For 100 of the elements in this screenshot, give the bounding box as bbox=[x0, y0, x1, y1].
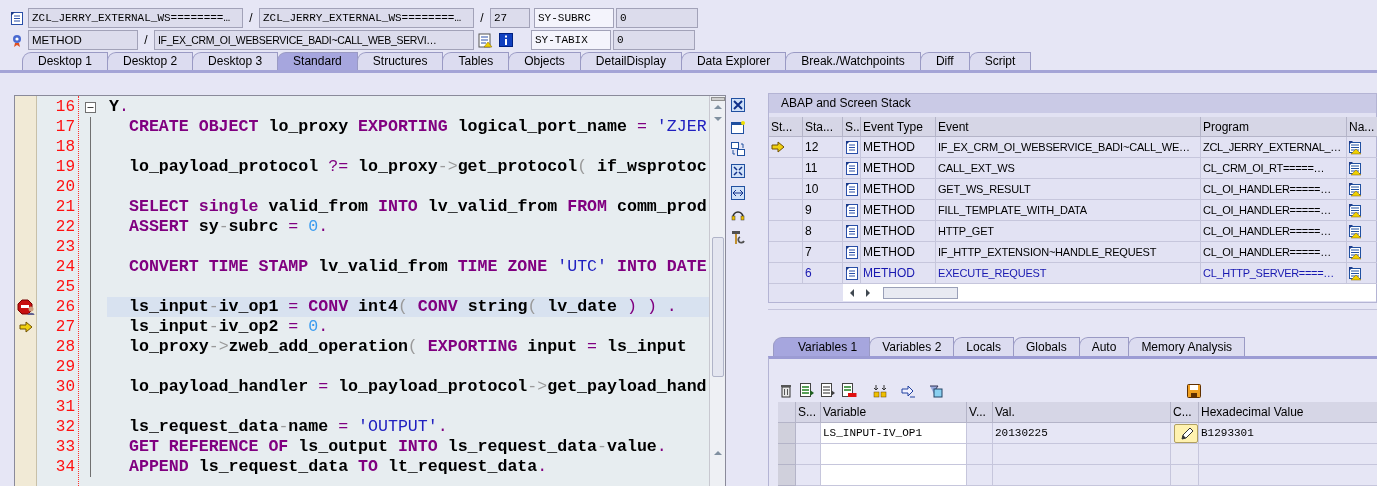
document-icon bbox=[845, 182, 859, 196]
scroll-thumb[interactable] bbox=[711, 237, 724, 377]
maximize-icon[interactable] bbox=[731, 164, 745, 178]
line-number: 25 bbox=[55, 278, 75, 296]
event-type-field[interactable]: METHOD bbox=[28, 30, 138, 50]
columns-icon[interactable] bbox=[873, 383, 887, 398]
widen-icon[interactable] bbox=[731, 186, 745, 200]
tab[interactable]: Desktop 1 bbox=[22, 52, 109, 70]
tab[interactable]: Structures bbox=[356, 52, 444, 70]
tab[interactable]: Diff bbox=[919, 52, 970, 70]
trash-icon[interactable] bbox=[779, 383, 794, 398]
tab[interactable]: Variables 2 bbox=[869, 337, 955, 356]
navigate-icon[interactable] bbox=[1349, 223, 1364, 239]
column-header[interactable]: C... bbox=[1171, 402, 1199, 423]
document-icon bbox=[845, 140, 859, 154]
program-field[interactable]: ZCL_JERRY_EXTERNAL_WS========… bbox=[28, 8, 243, 28]
system-field-value[interactable]: 0 bbox=[616, 8, 698, 28]
tab[interactable]: Objects bbox=[508, 52, 581, 70]
navigate-icon[interactable] bbox=[1349, 139, 1364, 155]
tab[interactable]: Auto bbox=[1078, 337, 1130, 356]
line-number: 20 bbox=[55, 178, 75, 196]
send-icon[interactable] bbox=[901, 383, 915, 398]
tab[interactable]: Desktop 2 bbox=[107, 52, 194, 70]
include-field[interactable]: ZCL_JERRY_EXTERNAL_WS========… bbox=[259, 8, 474, 28]
column-header[interactable]: Event Type bbox=[861, 117, 936, 137]
select-all-cell[interactable] bbox=[778, 402, 796, 423]
new-window-icon[interactable] bbox=[731, 120, 745, 134]
tab[interactable]: Memory Analysis bbox=[1128, 337, 1246, 356]
list-icon[interactable] bbox=[800, 383, 815, 398]
input-field[interactable] bbox=[821, 444, 967, 465]
line-number: 22 bbox=[55, 218, 75, 236]
event-field[interactable]: IF_EX_CRM_OI_WEBSERVICE_BADI~CALL_WEB_SERVI… bbox=[154, 30, 474, 50]
column-header[interactable]: St... bbox=[769, 117, 803, 137]
code-editor[interactable] bbox=[14, 95, 726, 486]
close-icon[interactable] bbox=[731, 98, 745, 112]
collapse-icon[interactable] bbox=[84, 102, 96, 113]
tab[interactable]: Variables 1 bbox=[773, 337, 871, 356]
table-cell: CL_OI_HANDLER=====… bbox=[1201, 179, 1347, 200]
column-header[interactable]: V... bbox=[967, 402, 993, 423]
tab[interactable]: Desktop 3 bbox=[192, 52, 279, 70]
scroll-thumb[interactable] bbox=[883, 286, 958, 299]
table-cell: METHOD bbox=[861, 137, 936, 158]
swap-icon[interactable] bbox=[731, 142, 745, 156]
column-header[interactable]: Event bbox=[936, 117, 1201, 137]
table-cell: 7 bbox=[803, 242, 843, 263]
tab[interactable]: Break./Watchpoints bbox=[785, 52, 921, 70]
tab[interactable]: Locals bbox=[953, 337, 1014, 356]
tab[interactable]: Globals bbox=[1013, 337, 1080, 356]
system-field-name[interactable]: SY-SUBRC bbox=[534, 8, 614, 28]
table-cell: CL_CRM_OI_RT=====… bbox=[1201, 158, 1347, 179]
column-header[interactable]: Variable bbox=[821, 402, 967, 423]
navigate-icon[interactable] bbox=[1349, 244, 1364, 260]
code-line: CREATE OBJECT lo_proxy EXPORTING logical_port_name = 'ZJER bbox=[129, 115, 707, 138]
list-icon[interactable] bbox=[821, 383, 836, 398]
column-header[interactable]: Hexadecimal Value bbox=[1199, 402, 1377, 423]
column-header[interactable]: S.. bbox=[843, 117, 861, 137]
path-separator: / bbox=[143, 32, 149, 49]
breakpoint-icon[interactable] bbox=[16, 298, 35, 316]
column-header[interactable]: Na... bbox=[1347, 117, 1377, 137]
tab[interactable]: Data Explorer bbox=[680, 52, 787, 70]
table-cell: 11 bbox=[803, 158, 843, 179]
table-cell: METHOD bbox=[861, 200, 936, 221]
table-cell: 10 bbox=[803, 179, 843, 200]
column-header[interactable]: Program bbox=[1201, 117, 1347, 137]
list-icon[interactable] bbox=[842, 383, 857, 398]
tab[interactable]: Standard bbox=[277, 52, 358, 70]
input-field[interactable] bbox=[821, 465, 967, 486]
system-field-value[interactable]: 0 bbox=[613, 30, 695, 50]
tools-icon[interactable] bbox=[731, 230, 745, 244]
line-number: 19 bbox=[55, 158, 75, 176]
line-number: 16 bbox=[55, 98, 75, 116]
save-icon[interactable] bbox=[1187, 383, 1201, 398]
code-line: ASSERT sy-subrc = 0. bbox=[129, 215, 329, 238]
path-separator: / bbox=[479, 10, 485, 27]
line-number: 28 bbox=[55, 338, 75, 356]
line-field[interactable]: 27 bbox=[490, 8, 530, 28]
scroll-right-icon[interactable] bbox=[863, 286, 873, 299]
tab[interactable]: Script bbox=[968, 52, 1032, 70]
navigate-icon[interactable] bbox=[1349, 160, 1364, 176]
column-header[interactable]: Val. bbox=[993, 402, 1171, 423]
table-cell: CALL_EXT_WS bbox=[936, 158, 1201, 179]
splitter-handle[interactable] bbox=[710, 97, 725, 101]
table-cell: METHOD bbox=[861, 221, 936, 242]
column-header[interactable]: S... bbox=[796, 402, 821, 423]
table-cell: 8 bbox=[803, 221, 843, 242]
scrollbar[interactable] bbox=[709, 96, 725, 486]
info-icon[interactable] bbox=[499, 33, 513, 47]
tab[interactable]: Tables bbox=[442, 52, 510, 70]
headset-icon[interactable] bbox=[731, 208, 745, 222]
input-field[interactable]: LS_INPUT-IV_OP1 bbox=[821, 423, 967, 444]
code-line: CONVERT TIME STAMP lv_valid_from TIME ZONE 'UTC' INTO DATE bbox=[129, 255, 707, 278]
filter-icon[interactable] bbox=[929, 383, 943, 398]
navigate-icon[interactable] bbox=[1349, 265, 1364, 281]
column-header[interactable]: Sta... bbox=[803, 117, 843, 137]
navigate-icon[interactable] bbox=[1349, 202, 1364, 218]
tab[interactable]: DetailDisplay bbox=[579, 52, 682, 70]
pencil-icon bbox=[1178, 426, 1193, 440]
system-field-name[interactable]: SY-TABIX bbox=[531, 30, 611, 50]
line-number: 24 bbox=[55, 258, 75, 276]
navigate-icon[interactable] bbox=[1349, 181, 1364, 197]
